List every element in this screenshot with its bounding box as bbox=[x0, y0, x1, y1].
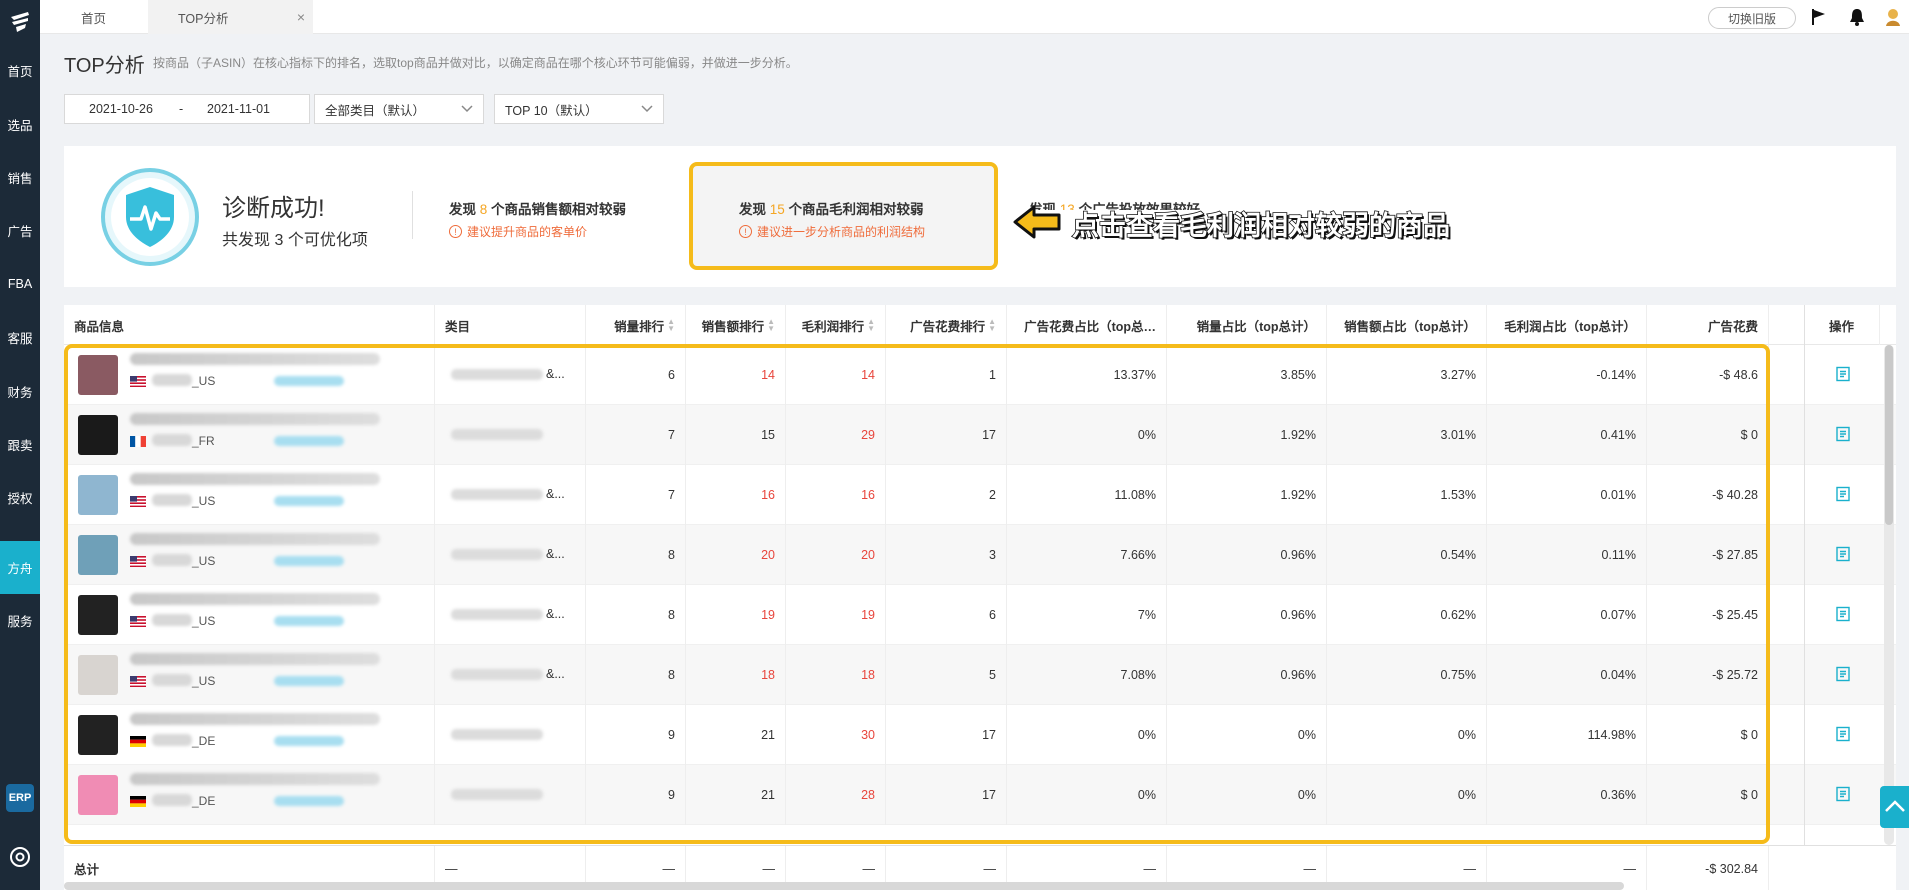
column-header-9: 毛利润占比（top总计） bbox=[1487, 305, 1647, 345]
column-header-6: 广告花费占比（top总… bbox=[1007, 305, 1167, 345]
column-header-label: 销售额排行 bbox=[701, 319, 765, 334]
column-header-10: 广告花费 bbox=[1647, 305, 1769, 345]
sidebar-item-3[interactable]: 广告 bbox=[0, 204, 40, 257]
date-range-picker[interactable]: 2021-10-26 - 2021-11-01 bbox=[64, 94, 310, 124]
logo-icon bbox=[11, 12, 29, 32]
column-header-label: 销量排行 bbox=[614, 319, 665, 334]
column-header-label: 商品信息 bbox=[74, 319, 125, 334]
vertical-scrollbar[interactable] bbox=[1884, 345, 1894, 845]
scroll-thumb[interactable] bbox=[1885, 345, 1893, 525]
column-header-5[interactable]: 广告花费排行 ▲ ▼ bbox=[886, 305, 1007, 345]
issue-profit-weak[interactable]: 发现 15 个商品毛利润相对较弱 bbox=[739, 198, 924, 218]
column-header-0: 商品信息 bbox=[64, 305, 435, 345]
support-icon[interactable] bbox=[9, 846, 31, 868]
date-separator: - bbox=[179, 102, 184, 116]
chevron-down-icon bbox=[641, 105, 653, 113]
avatar[interactable] bbox=[1882, 6, 1904, 28]
date-end[interactable]: 2021-11-01 bbox=[207, 102, 270, 116]
sidebar-item-7[interactable]: 跟卖 bbox=[0, 418, 40, 471]
sidebar-item-1[interactable]: 选品 bbox=[0, 97, 40, 150]
switch-old-version-button[interactable]: 切换旧版 bbox=[1708, 7, 1796, 29]
annotation-callout: 点击查看毛利润相对较弱的商品 bbox=[1071, 210, 1451, 242]
column-header-label: 销量占比（top总计） bbox=[1196, 319, 1316, 334]
sort-icon[interactable]: ▲ ▼ bbox=[988, 318, 996, 333]
diagnosis-title: 诊断成功! bbox=[222, 195, 325, 222]
chevron-up-icon bbox=[1885, 800, 1905, 812]
app-logo[interactable] bbox=[0, 0, 40, 44]
page-title: TOP分析 bbox=[64, 55, 145, 77]
sidebar-item-0[interactable]: 首页 bbox=[0, 44, 40, 97]
horizontal-scrollbar[interactable] bbox=[64, 882, 1624, 890]
flag-icon[interactable] bbox=[1808, 6, 1830, 28]
table-highlight bbox=[64, 344, 1770, 844]
warning-icon: ! bbox=[739, 225, 752, 238]
total-ad-cost: -$ 302.84 bbox=[1647, 846, 1769, 890]
column-header-label: 销售额占比（top总计） bbox=[1344, 319, 1476, 334]
arrow-left-icon bbox=[1013, 205, 1061, 239]
warning-icon: ! bbox=[449, 225, 462, 238]
page-subtitle: 按商品（子ASIN）在核心指标下的排名，选取top商品并做对比，以确定商品在哪个… bbox=[153, 56, 798, 70]
operation-column bbox=[1804, 305, 1880, 890]
column-header-2[interactable]: 销量排行 ▲ ▼ bbox=[586, 305, 686, 345]
column-header-label: 类目 bbox=[445, 319, 471, 334]
sidebar: 首页 选品 销售 广告 FBA 客服 财务 跟卖 授权方舟 服务 ERP bbox=[0, 0, 40, 890]
issue-sales-weak[interactable]: 发现 8 个商品销售额相对较弱 bbox=[449, 198, 626, 218]
column-header-8: 销售额占比（top总计） bbox=[1327, 305, 1487, 345]
close-icon[interactable]: × bbox=[297, 9, 305, 25]
column-header-3[interactable]: 销售额排行 ▲ ▼ bbox=[686, 305, 786, 345]
diagnosis-summary: 共发现 3 个可优化项 bbox=[222, 232, 368, 249]
sort-icon[interactable]: ▲ ▼ bbox=[767, 318, 775, 333]
column-header-label: 广告花费 bbox=[1707, 319, 1758, 334]
sidebar-item-2[interactable]: 销售 bbox=[0, 151, 40, 204]
erp-button[interactable]: ERP bbox=[6, 784, 34, 812]
column-header-label: 毛利润排行 bbox=[801, 319, 865, 334]
table-header: 商品信息 类目 销量排行 ▲ ▼ 销售额排行 ▲ ▼ 毛利润排行 ▲ ▼ 广告花费排行 ▲ ▼ 广告花费占比… bbox=[64, 305, 1896, 345]
tab-home[interactable]: 首页 bbox=[40, 0, 147, 34]
issue-sales-tip: ! 建议提升商品的客单价 bbox=[449, 223, 587, 240]
sidebar-item-4[interactable]: FBA bbox=[0, 258, 40, 311]
sidebar-item-6[interactable]: 财务 bbox=[0, 364, 40, 417]
column-header-label: 毛利润占比（top总计） bbox=[1504, 319, 1636, 334]
column-header-label: 广告花费排行 bbox=[910, 319, 986, 334]
column-header-label: 广告花费占比（top总… bbox=[1024, 319, 1156, 334]
column-header-1: 类目 bbox=[435, 305, 586, 345]
top-n-value: TOP 10（默认） bbox=[505, 103, 598, 118]
issue-profit-tip: ! 建议进一步分析商品的利润结构 bbox=[739, 223, 925, 240]
column-header-4[interactable]: 毛利润排行 ▲ ▼ bbox=[786, 305, 886, 345]
tab-top-analysis[interactable]: TOP分析 × bbox=[148, 0, 313, 34]
category-value: 全部类目（默认） bbox=[325, 103, 426, 118]
chevron-down-icon bbox=[461, 105, 473, 113]
column-header-7: 销量占比（top总计） bbox=[1167, 305, 1327, 345]
sidebar-item-10[interactable]: 服务 bbox=[0, 594, 40, 647]
category-select[interactable]: 全部类目（默认） bbox=[314, 94, 484, 124]
diagnosis-shield-icon bbox=[101, 168, 199, 266]
sort-icon[interactable]: ▲ ▼ bbox=[867, 318, 875, 333]
top-bar: 首页 TOP分析 × 切换旧版 bbox=[40, 0, 1909, 34]
sidebar-item-8[interactable]: 授权 bbox=[0, 471, 40, 524]
date-start[interactable]: 2021-10-26 bbox=[89, 102, 153, 116]
sidebar-item-9[interactable]: 方舟 bbox=[0, 540, 40, 594]
bell-icon[interactable] bbox=[1846, 6, 1868, 28]
divider bbox=[412, 191, 413, 239]
sort-icon[interactable]: ▲ ▼ bbox=[667, 318, 675, 333]
back-to-top-button[interactable] bbox=[1880, 786, 1909, 828]
tab-label: TOP分析 bbox=[178, 11, 229, 26]
sidebar-item-5[interactable]: 客服 bbox=[0, 311, 40, 364]
top-n-select[interactable]: TOP 10（默认） bbox=[494, 94, 664, 124]
